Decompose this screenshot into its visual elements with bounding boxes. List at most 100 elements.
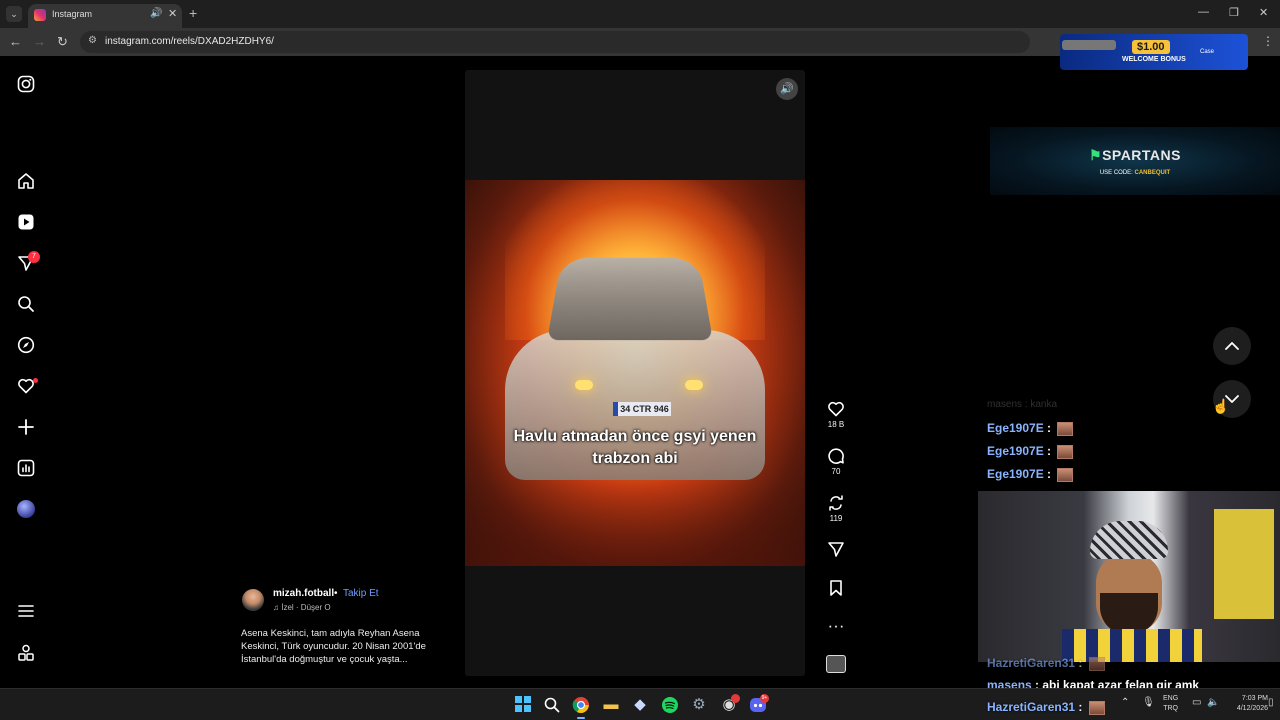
chat-user: HazretiGaren31 <box>987 656 1076 670</box>
minimize-icon[interactable]: — <box>1198 6 1209 18</box>
obs-badge <box>731 694 740 703</box>
also-from-meta-icon[interactable] <box>17 644 35 662</box>
instagram-logo-icon[interactable] <box>17 75 35 93</box>
car-headlight-left <box>575 380 593 390</box>
tab-title: Instagram <box>52 9 93 19</box>
tab-search-icon[interactable]: ⌄ <box>6 6 22 22</box>
forward-icon[interactable]: → <box>33 34 46 49</box>
chat-user: Ege1907E <box>987 421 1044 435</box>
previous-reel-button[interactable] <box>1213 327 1251 365</box>
reels-icon[interactable] <box>17 213 35 231</box>
save-button[interactable] <box>822 579 850 597</box>
promo-brand: Case <box>1200 49 1215 55</box>
overlay-line-1: Havlu atmadan önce gsyi yenen <box>513 428 757 445</box>
chevron-up-icon <box>1225 342 1239 350</box>
home-icon[interactable] <box>17 172 35 190</box>
chat-emote-icon <box>1057 444 1074 459</box>
system-clock[interactable]: 7:03 PM 4/12/2026 <box>1228 694 1268 714</box>
gun-graphic <box>1062 40 1116 50</box>
overlay-line-2: trabzon abi <box>592 450 678 467</box>
audio-attribution[interactable]: ♫ İzel · Düşer O <box>273 603 331 612</box>
profile-avatar-icon[interactable] <box>17 500 35 518</box>
more-options-button[interactable]: ··· <box>822 617 850 635</box>
car-hood <box>547 257 713 341</box>
steam-icon[interactable]: ◆ <box>631 696 649 714</box>
create-icon[interactable] <box>17 418 35 436</box>
reel-video[interactable]: 34 CTR 946 Havlu atmadan önce gsyi yenen… <box>465 70 805 676</box>
restore-icon[interactable]: ❐ <box>1229 6 1239 19</box>
back-icon[interactable]: ← <box>9 34 22 49</box>
chat-user: Ege1907E <box>987 444 1044 458</box>
reel-video-frame: 34 CTR 946 <box>465 180 805 566</box>
search-icon[interactable] <box>17 295 35 313</box>
activity-dot <box>33 378 38 383</box>
chat-message: Ege1907E : <box>987 467 1074 482</box>
hand-cursor-icon: ☝ <box>1212 398 1230 414</box>
author-avatar[interactable] <box>242 589 264 611</box>
url-text[interactable]: instagram.com/reels/DXAD2HZDHY6/ <box>105 36 274 47</box>
spartans-helmet-icon: ⚑ <box>1089 147 1103 163</box>
notification-badge: 7 <box>28 251 40 263</box>
address-bar[interactable]: ⚙ instagram.com/reels/DXAD2HZDHY6/ <box>80 31 1030 53</box>
lang-line-1: ENG <box>1163 695 1179 702</box>
music-note-icon: ♫ <box>273 603 282 612</box>
like-button[interactable]: 18 B <box>822 400 850 431</box>
tab-audio-icon[interactable]: 🔊 <box>150 8 162 19</box>
chat-message: HazretiGaren31 : <box>987 656 1105 671</box>
browser-tab-instagram[interactable]: Instagram 🔊 ✕ <box>28 4 182 28</box>
spotify-icon[interactable] <box>661 696 679 714</box>
new-tab-button[interactable]: + <box>189 5 197 21</box>
instagram-favicon-icon <box>34 9 46 21</box>
like-heart-icon <box>828 401 844 417</box>
share-icon <box>828 542 844 557</box>
site-info-icon[interactable]: ⚙ <box>88 35 97 46</box>
volume-tray-icon[interactable]: 🔈 <box>1207 697 1219 708</box>
bookmark-icon <box>830 580 842 596</box>
network-icon[interactable]: ▭ <box>1192 697 1201 708</box>
share-button[interactable] <box>822 540 850 558</box>
author-username[interactable]: mizah.fotball <box>273 588 334 599</box>
follow-button[interactable]: Takip Et <box>343 588 379 599</box>
taskbar-search-icon[interactable] <box>543 696 561 714</box>
lang-line-2: TRQ <box>1163 705 1178 712</box>
clock-time: 7:03 PM <box>1241 695 1268 702</box>
spartans-code: USE CODE: CANBEQUIT <box>990 170 1280 176</box>
settings-app-icon[interactable]: ⚙ <box>690 696 708 714</box>
browser-menu-icon[interactable]: ⋮ <box>1262 34 1274 48</box>
code-value: CANBEQUIT <box>1134 170 1171 176</box>
post-caption[interactable]: Asena Keskinci, tam adıyla Reyhan Asena … <box>241 627 451 666</box>
chat-emote-icon <box>1088 700 1105 715</box>
hamburger-menu-icon[interactable] <box>17 602 35 620</box>
tray-overflow-icon[interactable]: ⌃ <box>1121 697 1129 708</box>
comment-button[interactable]: 70 <box>822 447 850 478</box>
input-language[interactable]: ENG TRQ <box>1163 694 1178 714</box>
reload-icon[interactable]: ↻ <box>57 34 68 50</box>
wall-poster <box>1214 509 1274 619</box>
repost-icon <box>829 495 843 511</box>
car-headlight-right <box>685 380 703 390</box>
repost-count: 119 <box>829 514 843 523</box>
tab-close-icon[interactable]: ✕ <box>168 7 177 20</box>
discord-badge: 9+ <box>760 694 769 703</box>
comment-count: 70 <box>831 467 841 476</box>
comment-icon <box>828 448 844 464</box>
volume-icon[interactable]: 🔊 <box>776 78 798 100</box>
windows-start-icon[interactable] <box>515 696 531 712</box>
reel-text-overlay: Havlu atmadan önce gsyi yenen trabzon ab… <box>485 426 785 470</box>
window-close-icon[interactable]: ✕ <box>1259 6 1268 19</box>
explore-icon[interactable] <box>17 336 35 354</box>
file-explorer-icon[interactable]: ▬ <box>602 696 620 714</box>
audio-track-thumbnail[interactable] <box>826 655 846 673</box>
ground-glow <box>465 480 805 566</box>
chat-user: HazretiGaren31 <box>987 700 1076 714</box>
chrome-icon[interactable] <box>572 696 590 719</box>
license-plate: 34 CTR 946 <box>613 402 671 416</box>
promo-bonus-text: WELCOME BONUS <box>1122 56 1186 63</box>
microphone-icon[interactable]: 🎙 <box>1142 697 1155 708</box>
dashboard-icon[interactable] <box>17 459 35 477</box>
chat-message: HazretiGaren31 : <box>987 700 1105 715</box>
streamer-hat <box>1090 521 1168 559</box>
repost-button[interactable]: 119 <box>822 494 850 525</box>
spartans-name: SPARTANS <box>1102 147 1181 163</box>
notifications-icon[interactable]: ▯ <box>1268 697 1274 708</box>
